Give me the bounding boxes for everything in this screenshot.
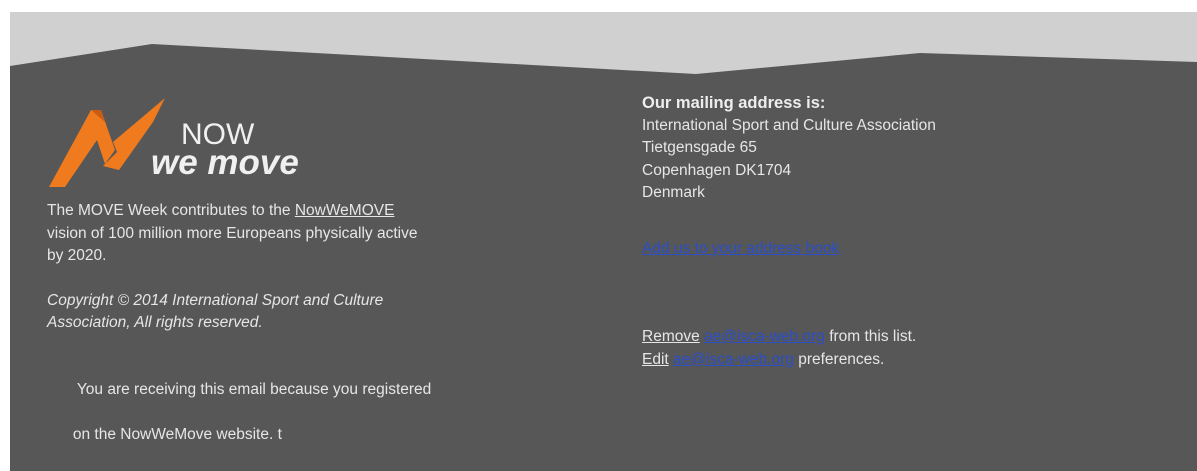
vision-text-line3: by 2020.: [47, 247, 107, 264]
copyright-line1: Copyright © 2014 International Sport and…: [47, 291, 384, 309]
receiving-line2: on the NowWeMove website. t: [72, 426, 282, 443]
remove-row: Remove ae@isca-web.org from this list.: [642, 326, 1162, 349]
remove-link[interactable]: Remove: [642, 328, 700, 345]
vision-text-line2: vision of 100 million more Europeans phy…: [47, 224, 418, 242]
nowwemove-logo: NOW we move: [49, 98, 299, 187]
remove-suffix: from this list.: [824, 328, 917, 345]
nowwemove-link[interactable]: NowWeMOVE: [295, 202, 395, 219]
vision-text-prefix: The MOVE Week contributes to the: [47, 202, 295, 219]
add-to-address-book-link[interactable]: Add us to your address book: [642, 240, 839, 257]
remove-email-link[interactable]: ae@isca-web.org: [704, 328, 825, 345]
footer-left-column: NOW we move The MOVE Week contributes to…: [47, 92, 567, 471]
address-line-country: Denmark: [642, 184, 705, 201]
logo-mark-left: [49, 110, 115, 187]
email-footer-frame: NOW we move The MOVE Week contributes to…: [10, 12, 1197, 471]
address-line-street: Tietgensgade 65: [642, 139, 757, 156]
address-book-row: Add us to your address book: [642, 238, 1162, 261]
receiving-line1: You are receiving this email because you…: [72, 381, 432, 398]
address-line-org: International Sport and Culture Associat…: [642, 116, 936, 134]
footer-right-column: Our mailing address is: International Sp…: [642, 92, 1162, 371]
logo-text-we-move: we move: [151, 143, 299, 182]
edit-email-link[interactable]: ae@isca-web.org: [673, 351, 794, 368]
vision-paragraph: The MOVE Week contributes to the NowWeMO…: [47, 200, 567, 268]
mailing-address-heading: Our mailing address is:: [642, 94, 826, 112]
edit-row: Edit ae@isca-web.org preferences.: [642, 349, 1162, 372]
copyright-paragraph: Copyright © 2014 International Sport and…: [47, 290, 567, 335]
edit-link[interactable]: Edit: [642, 351, 669, 368]
edit-suffix: preferences.: [793, 350, 885, 368]
address-line-city: Copenhagen DK1704: [642, 161, 792, 179]
copyright-line2: Association, All rights reserved.: [47, 314, 263, 331]
receiving-paragraph: You are receiving this email because you…: [47, 357, 567, 470]
